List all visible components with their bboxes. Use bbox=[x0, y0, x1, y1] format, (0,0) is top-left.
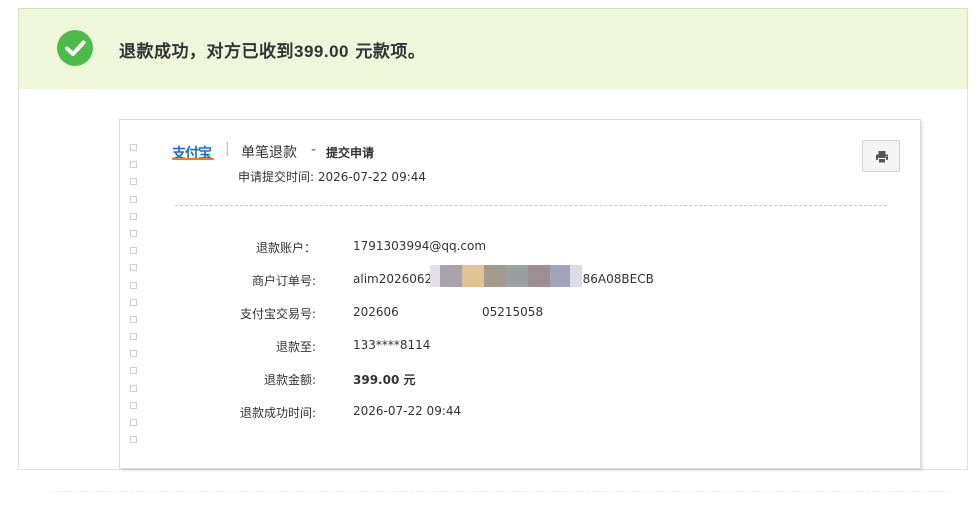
refund-success-time-row: 退款成功时间: 2026-07-22 09:44 bbox=[120, 404, 900, 424]
alipay-trade-row: 支付宝交易号: 202606 05215058 bbox=[120, 305, 900, 325]
header-separator: | bbox=[225, 141, 230, 157]
success-banner: 退款成功，对方已收到399.00 元款项。 bbox=[18, 8, 968, 90]
check-circle-icon bbox=[57, 30, 93, 66]
success-message-prefix: 退款成功，对方已收到 bbox=[119, 42, 294, 62]
alipay-trade-label: 支付宝交易号: bbox=[239, 307, 316, 321]
alipay-trade-value-end: 05215058 bbox=[482, 305, 544, 319]
merchant-order-value-end: 086A08BECB bbox=[575, 272, 654, 286]
printer-icon bbox=[876, 151, 888, 164]
receipt-subtitle: 提交申请 bbox=[326, 146, 375, 160]
success-message: 退款成功，对方已收到399.00 元款项。 bbox=[119, 37, 425, 62]
refund-success-time-label: 退款成功时间: bbox=[239, 406, 316, 420]
refund-account-label: 退款账户： bbox=[255, 241, 316, 255]
success-amount: 399.00 bbox=[294, 42, 349, 61]
pixelated-redaction bbox=[430, 265, 582, 287]
title-dash: - bbox=[311, 142, 317, 158]
success-message-suffix: 元款项。 bbox=[349, 42, 426, 62]
alipay-logo: 支付宝 bbox=[172, 146, 212, 162]
refund-account-value: 1791303994@qq.com bbox=[353, 239, 487, 253]
refund-amount-label: 退款金额: bbox=[263, 373, 316, 387]
refund-success-time-value: 2026-07-22 09:44 bbox=[353, 404, 462, 418]
refund-amount-value: 399.00 元 bbox=[353, 373, 416, 387]
print-button[interactable] bbox=[862, 140, 900, 172]
alipay-logo-swoosh bbox=[172, 158, 214, 160]
refund-account-row: 退款账户： 1791303994@qq.com bbox=[120, 239, 900, 259]
refund-to-label: 退款至: bbox=[275, 340, 316, 354]
submit-time: 申请提交时间: 2026-07-22 09:44 bbox=[238, 168, 426, 185]
receipt-title: 单笔退款 bbox=[241, 145, 297, 161]
alipay-trade-value-start: 202606 bbox=[353, 305, 399, 319]
merchant-order-label: 商户订单号: bbox=[251, 274, 316, 288]
bottom-divider bbox=[50, 491, 950, 492]
refund-amount-row: 退款金额: 399.00 元 bbox=[120, 371, 900, 391]
refund-receipt-card: 支付宝 | 单笔退款 - 提交申请 申请提交时间: 2026-07-22 09:… bbox=[119, 119, 921, 469]
refund-result-page: 退款成功，对方已收到399.00 元款项。 支付宝 | 单笔退款 - 提交申请 … bbox=[0, 0, 978, 510]
refund-to-value: 133****8114 bbox=[353, 338, 431, 352]
refund-to-row: 退款至: 133****8114 bbox=[120, 338, 900, 358]
dashed-divider bbox=[175, 205, 887, 206]
merchant-order-value-start: alim20260623 bbox=[353, 272, 440, 286]
submit-time-label: 申请提交时间: bbox=[238, 170, 315, 184]
submit-time-value: 2026-07-22 09:44 bbox=[317, 170, 427, 184]
